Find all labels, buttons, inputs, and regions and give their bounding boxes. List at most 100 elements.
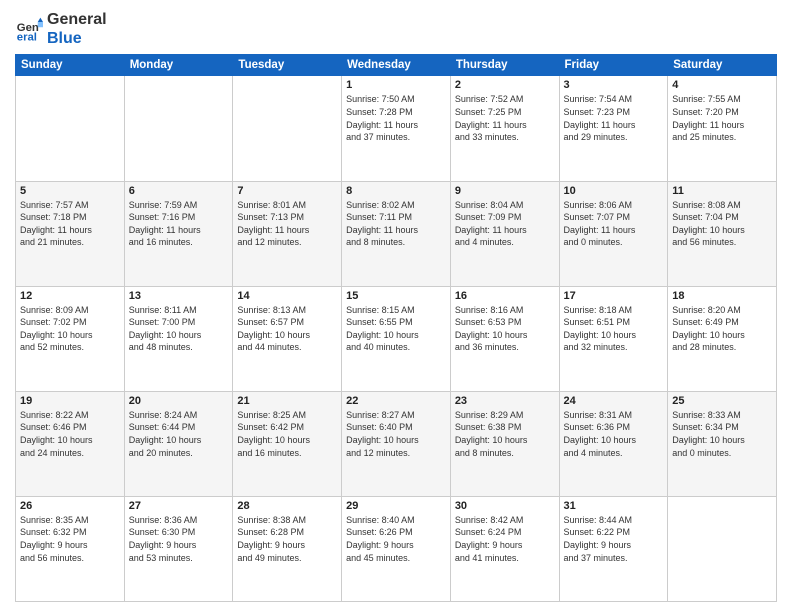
- calendar-week-row: 12 Sunrise: 8:09 AM Sunset: 7:02 PM Dayli…: [16, 286, 777, 391]
- calendar-week-row: 1Sunrise: 7:50 AM Sunset: 7:28 PM Daylig…: [16, 76, 777, 181]
- empty-day: [16, 76, 125, 181]
- calendar-day-9: 9Sunrise: 8:04 AM Sunset: 7:09 PM Daylig…: [450, 181, 559, 286]
- day-number: 30: [455, 500, 555, 512]
- calendar-day-12: 12 Sunrise: 8:09 AM Sunset: 7:02 PM Dayli…: [16, 286, 125, 391]
- day-number: 26: [20, 500, 120, 512]
- calendar-day-16: 16 Sunrise: 8:16 AM Sunset: 6:53 PM Dayli…: [450, 286, 559, 391]
- calendar-day-15: 15Sunrise: 8:15 AM Sunset: 6:55 PM Dayli…: [342, 286, 451, 391]
- day-number: 2: [455, 79, 555, 91]
- day-info: Sunrise: 7:54 AM Sunset: 7:23 PM Dayligh…: [564, 93, 664, 143]
- calendar-day-14: 14Sunrise: 8:13 AM Sunset: 6:57 PM Dayli…: [233, 286, 342, 391]
- day-info: Sunrise: 8:44 AM Sunset: 6:22 PM Dayligh…: [564, 514, 664, 564]
- logo-general-text: General: [47, 10, 107, 29]
- day-number: 16: [455, 290, 555, 302]
- day-info: Sunrise: 8:08 AM Sunset: 7:04 PM Dayligh…: [672, 199, 772, 249]
- day-number: 13: [129, 290, 229, 302]
- day-number: 12: [20, 290, 120, 302]
- calendar-day-11: 11 Sunrise: 8:08 AM Sunset: 7:04 PM Dayli…: [668, 181, 777, 286]
- calendar-day-31: 31 Sunrise: 8:44 AM Sunset: 6:22 PM Dayli…: [559, 496, 668, 601]
- day-number: 25: [672, 395, 772, 407]
- day-number: 28: [237, 500, 337, 512]
- calendar-day-25: 25 Sunrise: 8:33 AM Sunset: 6:34 PM Dayli…: [668, 391, 777, 496]
- weekday-header-saturday: Saturday: [668, 55, 777, 76]
- page-header: Gen eral General Blue: [15, 10, 777, 48]
- day-number: 24: [564, 395, 664, 407]
- day-info: Sunrise: 8:02 AM Sunset: 7:11 PM Dayligh…: [346, 199, 446, 249]
- calendar-day-7: 7 Sunrise: 8:01 AM Sunset: 7:13 PM Daylig…: [233, 181, 342, 286]
- day-info: Sunrise: 8:01 AM Sunset: 7:13 PM Dayligh…: [237, 199, 337, 249]
- calendar-day-26: 26 Sunrise: 8:35 AM Sunset: 6:32 PM Dayli…: [16, 496, 125, 601]
- calendar-day-21: 21 Sunrise: 8:25 AM Sunset: 6:42 PM Dayli…: [233, 391, 342, 496]
- day-number: 22: [346, 395, 446, 407]
- day-info: Sunrise: 8:25 AM Sunset: 6:42 PM Dayligh…: [237, 409, 337, 459]
- calendar-day-19: 19 Sunrise: 8:22 AM Sunset: 6:46 PM Dayli…: [16, 391, 125, 496]
- weekday-header-monday: Monday: [124, 55, 233, 76]
- calendar-day-23: 23 Sunrise: 8:29 AM Sunset: 6:38 PM Dayli…: [450, 391, 559, 496]
- calendar-table: SundayMondayTuesdayWednesdayThursdayFrid…: [15, 54, 777, 602]
- day-info: Sunrise: 8:16 AM Sunset: 6:53 PM Dayligh…: [455, 304, 555, 354]
- calendar-day-29: 29Sunrise: 8:40 AM Sunset: 6:26 PM Dayli…: [342, 496, 451, 601]
- day-info: Sunrise: 8:27 AM Sunset: 6:40 PM Dayligh…: [346, 409, 446, 459]
- day-number: 18: [672, 290, 772, 302]
- weekday-header-tuesday: Tuesday: [233, 55, 342, 76]
- calendar-day-27: 27Sunrise: 8:36 AM Sunset: 6:30 PM Dayli…: [124, 496, 233, 601]
- day-info: Sunrise: 8:06 AM Sunset: 7:07 PM Dayligh…: [564, 199, 664, 249]
- day-info: Sunrise: 8:18 AM Sunset: 6:51 PM Dayligh…: [564, 304, 664, 354]
- day-number: 11: [672, 185, 772, 197]
- day-info: Sunrise: 7:50 AM Sunset: 7:28 PM Dayligh…: [346, 93, 446, 143]
- calendar-day-8: 8 Sunrise: 8:02 AM Sunset: 7:11 PM Daylig…: [342, 181, 451, 286]
- logo: Gen eral General Blue: [15, 10, 107, 48]
- calendar-day-2: 2 Sunrise: 7:52 AM Sunset: 7:25 PM Daylig…: [450, 76, 559, 181]
- day-number: 5: [20, 185, 120, 197]
- day-number: 19: [20, 395, 120, 407]
- calendar-day-20: 20 Sunrise: 8:24 AM Sunset: 6:44 PM Dayli…: [124, 391, 233, 496]
- calendar-day-18: 18Sunrise: 8:20 AM Sunset: 6:49 PM Dayli…: [668, 286, 777, 391]
- calendar-day-4: 4 Sunrise: 7:55 AM Sunset: 7:20 PM Daylig…: [668, 76, 777, 181]
- day-info: Sunrise: 8:04 AM Sunset: 7:09 PM Dayligh…: [455, 199, 555, 249]
- day-number: 17: [564, 290, 664, 302]
- calendar-week-row: 19 Sunrise: 8:22 AM Sunset: 6:46 PM Dayli…: [16, 391, 777, 496]
- day-info: Sunrise: 8:40 AM Sunset: 6:26 PM Dayligh…: [346, 514, 446, 564]
- day-info: Sunrise: 8:09 AM Sunset: 7:02 PM Dayligh…: [20, 304, 120, 354]
- logo-blue-text: Blue: [47, 29, 107, 48]
- calendar-day-3: 3 Sunrise: 7:54 AM Sunset: 7:23 PM Daylig…: [559, 76, 668, 181]
- day-info: Sunrise: 8:33 AM Sunset: 6:34 PM Dayligh…: [672, 409, 772, 459]
- day-info: Sunrise: 8:38 AM Sunset: 6:28 PM Dayligh…: [237, 514, 337, 564]
- day-info: Sunrise: 8:35 AM Sunset: 6:32 PM Dayligh…: [20, 514, 120, 564]
- day-number: 8: [346, 185, 446, 197]
- day-number: 14: [237, 290, 337, 302]
- day-info: Sunrise: 7:55 AM Sunset: 7:20 PM Dayligh…: [672, 93, 772, 143]
- calendar-week-row: 26 Sunrise: 8:35 AM Sunset: 6:32 PM Dayli…: [16, 496, 777, 601]
- day-number: 31: [564, 500, 664, 512]
- calendar-day-30: 30 Sunrise: 8:42 AM Sunset: 6:24 PM Dayli…: [450, 496, 559, 601]
- day-info: Sunrise: 7:57 AM Sunset: 7:18 PM Dayligh…: [20, 199, 120, 249]
- day-number: 3: [564, 79, 664, 91]
- calendar-day-5: 5 Sunrise: 7:57 AM Sunset: 7:18 PM Daylig…: [16, 181, 125, 286]
- calendar-week-row: 5 Sunrise: 7:57 AM Sunset: 7:18 PM Daylig…: [16, 181, 777, 286]
- weekday-header-sunday: Sunday: [16, 55, 125, 76]
- day-info: Sunrise: 8:24 AM Sunset: 6:44 PM Dayligh…: [129, 409, 229, 459]
- svg-text:eral: eral: [17, 32, 37, 44]
- weekday-header-row: SundayMondayTuesdayWednesdayThursdayFrid…: [16, 55, 777, 76]
- weekday-header-thursday: Thursday: [450, 55, 559, 76]
- calendar-day-10: 10 Sunrise: 8:06 AM Sunset: 7:07 PM Dayli…: [559, 181, 668, 286]
- calendar-day-13: 13Sunrise: 8:11 AM Sunset: 7:00 PM Dayli…: [124, 286, 233, 391]
- day-number: 21: [237, 395, 337, 407]
- day-info: Sunrise: 8:29 AM Sunset: 6:38 PM Dayligh…: [455, 409, 555, 459]
- empty-day: [668, 496, 777, 601]
- calendar-day-22: 22 Sunrise: 8:27 AM Sunset: 6:40 PM Dayli…: [342, 391, 451, 496]
- day-info: Sunrise: 7:52 AM Sunset: 7:25 PM Dayligh…: [455, 93, 555, 143]
- calendar-day-24: 24 Sunrise: 8:31 AM Sunset: 6:36 PM Dayli…: [559, 391, 668, 496]
- day-info: Sunrise: 8:42 AM Sunset: 6:24 PM Dayligh…: [455, 514, 555, 564]
- day-number: 20: [129, 395, 229, 407]
- day-number: 23: [455, 395, 555, 407]
- day-info: Sunrise: 8:22 AM Sunset: 6:46 PM Dayligh…: [20, 409, 120, 459]
- empty-day: [124, 76, 233, 181]
- day-number: 6: [129, 185, 229, 197]
- day-number: 7: [237, 185, 337, 197]
- day-info: Sunrise: 7:59 AM Sunset: 7:16 PM Dayligh…: [129, 199, 229, 249]
- calendar-day-17: 17 Sunrise: 8:18 AM Sunset: 6:51 PM Dayli…: [559, 286, 668, 391]
- day-number: 4: [672, 79, 772, 91]
- day-info: Sunrise: 8:31 AM Sunset: 6:36 PM Dayligh…: [564, 409, 664, 459]
- day-number: 10: [564, 185, 664, 197]
